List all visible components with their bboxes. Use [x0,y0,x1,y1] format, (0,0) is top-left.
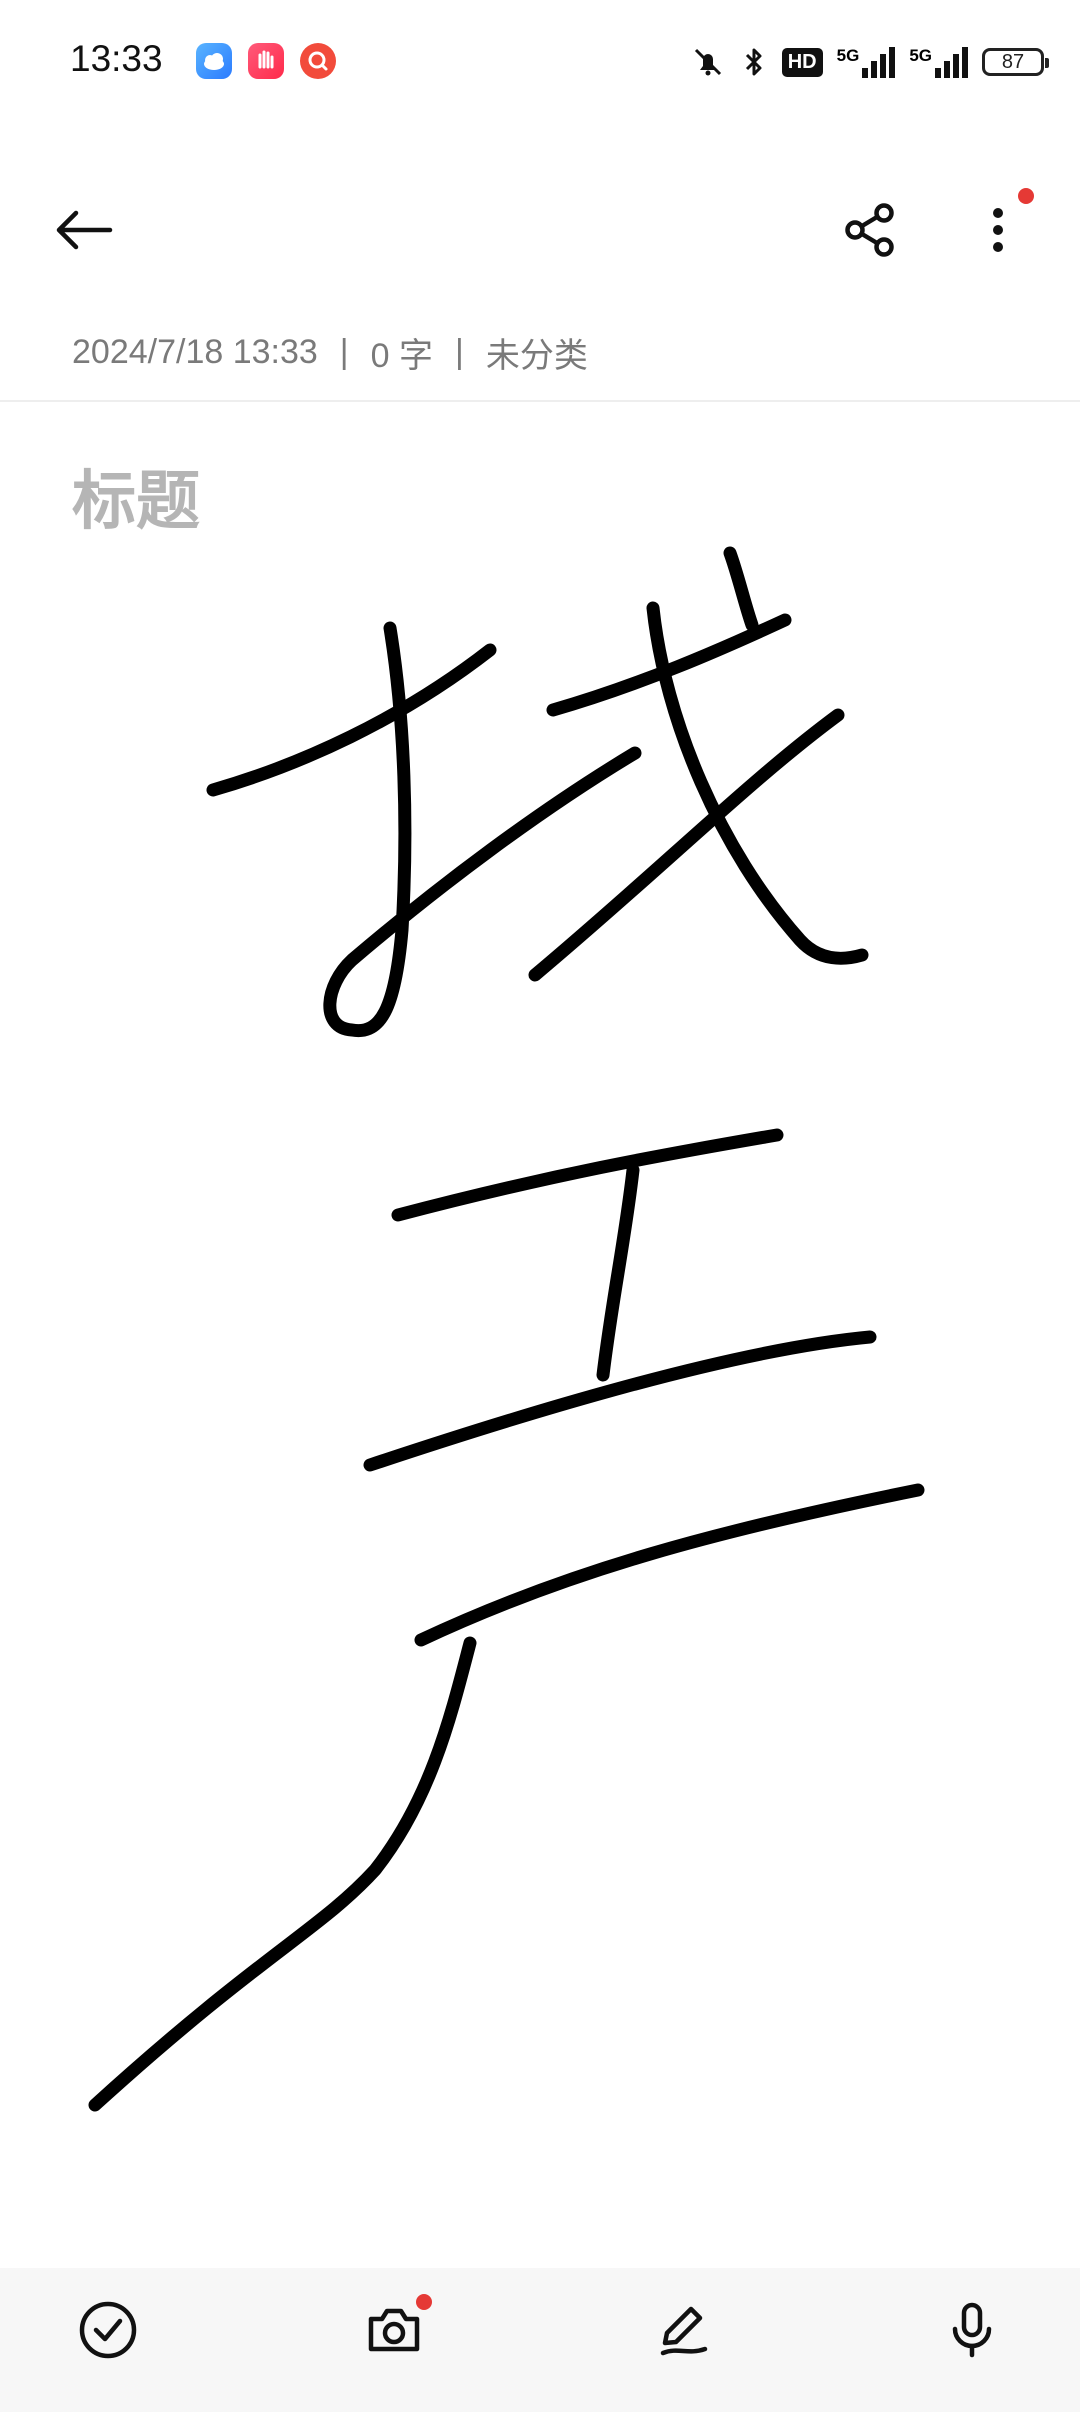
battery-level: 87 [1001,50,1025,73]
hand-app-icon [248,43,284,79]
status-indicators: HD 5G 5G 87 [690,40,1049,84]
ink-stroke [414,1483,925,1647]
check-circle-icon [79,2301,137,2359]
network-1-label: 5G [836,46,860,65]
voice-button[interactable] [932,2290,1012,2370]
meta-separator: | [339,333,349,371]
bluetooth-icon [745,48,762,76]
camera-icon [368,2308,420,2352]
status-time: 13:33 [70,38,163,79]
ink-stroke [363,1330,877,1472]
share-icon [845,203,894,257]
signal-bars-icon [862,47,896,78]
signal-2: 5G [909,46,968,78]
ink-stroke [596,1163,640,1382]
title-input[interactable]: 标题 [72,450,200,542]
battery-indicator: 87 [982,48,1049,76]
ink-stroke [723,546,759,632]
more-options-badge [1018,188,1034,204]
mic-icon [952,2302,992,2358]
note-toolbar [0,170,1080,290]
signal-1: 5G [837,46,896,78]
ink-stroke [323,621,642,1038]
ink-stroke [88,1636,477,2112]
status-bar: 13:33 HD 5G 5G 87 [0,0,1080,124]
camera-badge [416,2294,432,2310]
ink-stroke [206,643,497,797]
note-meta: 2024/7/18 13:33 | 0 字 | 未分类 [72,328,588,377]
hd-badge: HD [781,47,823,77]
header-divider [0,400,1080,402]
ink-stroke [546,613,792,717]
arrow-left-icon [56,210,113,250]
note-category[interactable]: 未分类 [486,328,588,377]
more-vertical-icon [993,208,1003,252]
ink-stroke [646,601,869,965]
share-button[interactable] [830,190,910,270]
word-count: 0 字 [370,337,433,375]
weather-app-icon [196,43,232,79]
silent-bell-icon [694,48,721,76]
signal-bars-icon [935,47,968,78]
pen-icon [660,2306,708,2356]
bottom-toolbar [0,2268,1080,2412]
ink-stroke [528,708,845,982]
done-button[interactable] [68,2290,148,2370]
network-2-label: 5G [909,46,932,65]
meta-separator: | [455,333,464,371]
note-date: 2024/7/18 13:33 [72,333,318,371]
ink-stroke [391,1128,784,1222]
back-button[interactable] [44,190,124,270]
pen-button[interactable] [644,2290,724,2370]
search-app-icon [300,43,336,79]
